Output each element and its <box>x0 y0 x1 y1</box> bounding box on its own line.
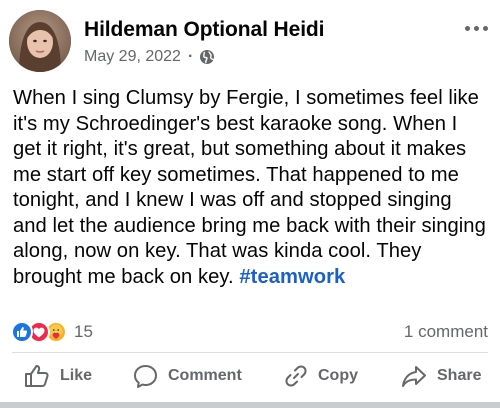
comment-bubble-icon <box>134 364 157 388</box>
post-date[interactable]: May 29, 2022 <box>84 48 181 66</box>
comment-label: Comment <box>168 367 242 384</box>
like-button[interactable]: Like <box>24 356 92 396</box>
reaction-count: 15 <box>74 322 93 341</box>
copy-button[interactable]: Copy <box>284 356 358 396</box>
thumbs-up-icon <box>25 365 49 387</box>
action-divider <box>12 352 488 353</box>
post-actions: Like Comment Copy Share <box>0 356 500 396</box>
author-avatar[interactable] <box>9 10 71 72</box>
hashtag-link[interactable]: #teamwork <box>239 266 345 288</box>
like-reaction-icon <box>11 321 33 343</box>
post-text: When I sing Clumsy by Fergie, I sometime… <box>13 86 491 290</box>
comment-count[interactable]: 1 comment <box>404 322 488 342</box>
share-label: Share <box>437 367 482 384</box>
globe-icon <box>199 49 215 65</box>
post-meta: May 29, 2022 · <box>84 48 215 66</box>
copy-label: Copy <box>318 367 358 384</box>
feed-separator <box>0 402 500 408</box>
more-options-icon[interactable] <box>460 18 492 38</box>
like-label: Like <box>60 367 93 384</box>
post-stats: 15 1 comment <box>0 318 500 346</box>
post-header: Hildeman Optional Heidi May 29, 2022 · <box>0 0 500 78</box>
author-name[interactable]: Hildeman Optional Heidi <box>84 18 324 42</box>
meta-separator: · <box>187 48 194 65</box>
share-button[interactable]: Share <box>401 356 481 396</box>
reactions-summary[interactable]: 15 <box>11 320 93 344</box>
comment-button[interactable]: Comment <box>133 356 242 396</box>
link-icon <box>285 365 307 387</box>
share-arrow-icon <box>402 366 426 387</box>
post-body: When I sing Clumsy by Fergie, I sometime… <box>13 87 486 288</box>
post-card: Hildeman Optional Heidi May 29, 2022 · W… <box>0 0 500 408</box>
